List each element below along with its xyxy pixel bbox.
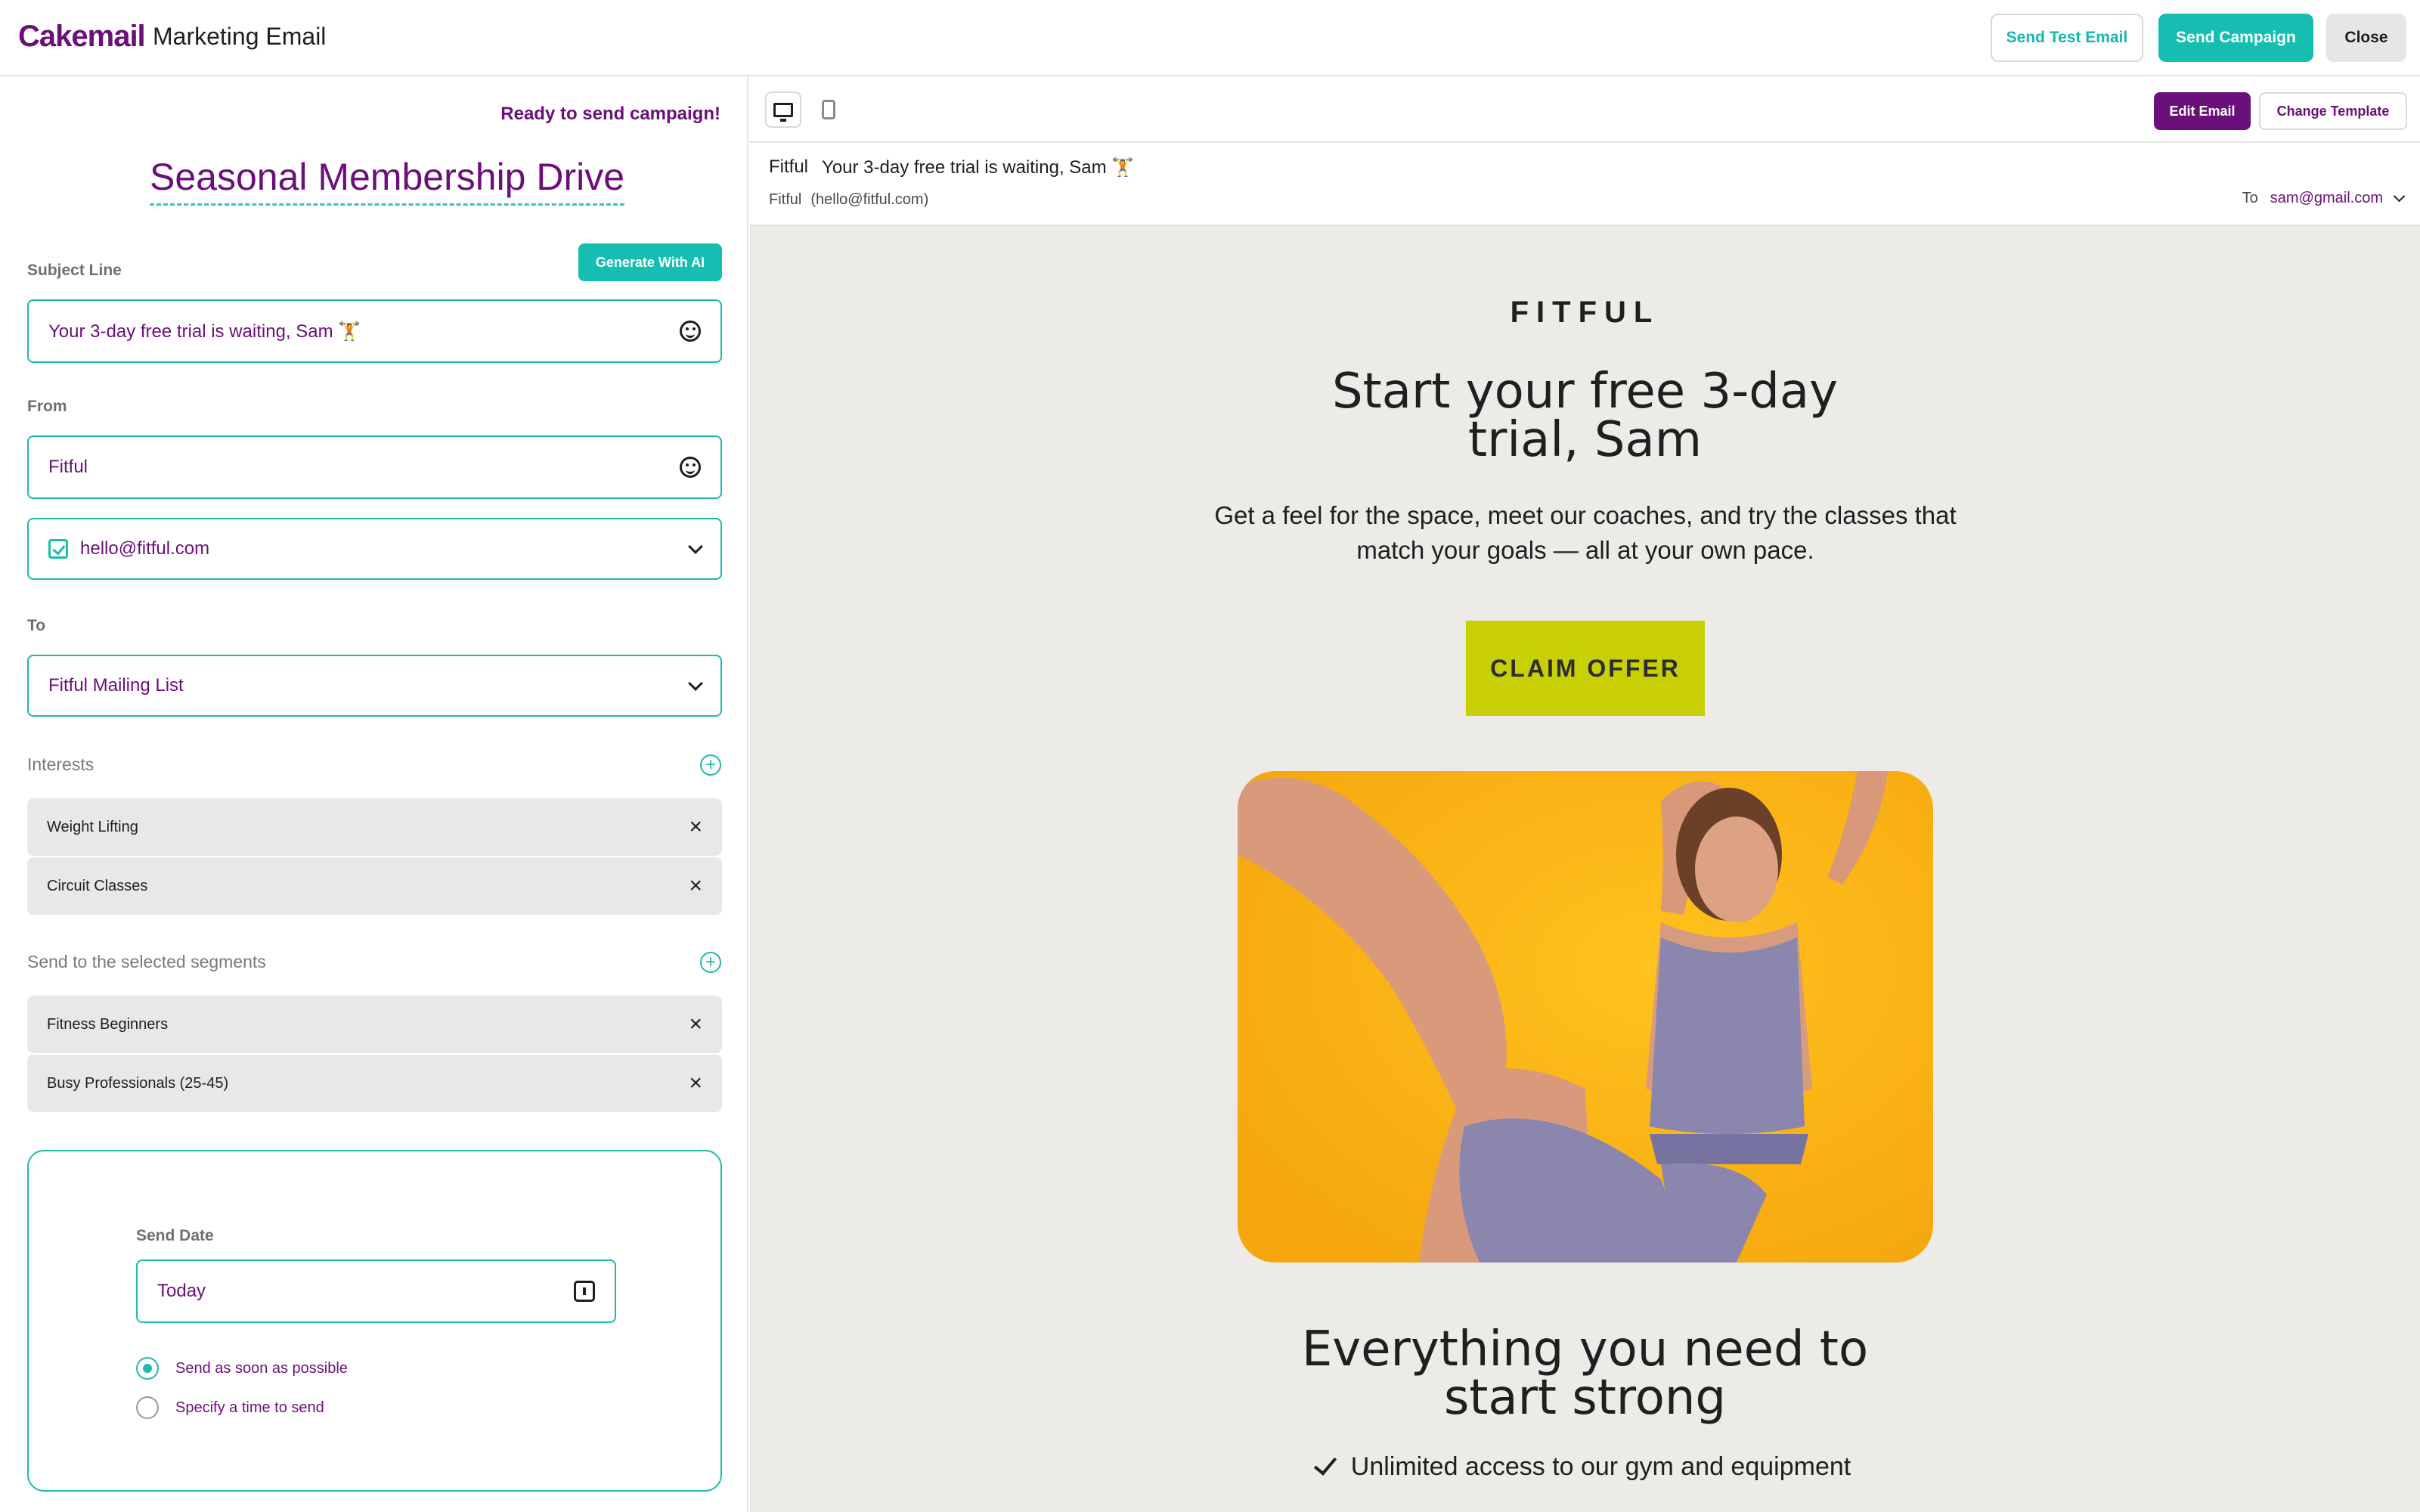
campaign-name[interactable]: Seasonal Membership Drive <box>150 155 625 206</box>
recipient-value: sam@gmail.com <box>2270 190 2383 206</box>
segments-label: Send to the selected segments <box>27 952 266 971</box>
preview-toolbar: Edit Email Change Template <box>750 76 2420 143</box>
sender-name-small: Fitful <box>769 191 802 208</box>
cakemail-logo[interactable]: Cakemail <box>18 20 146 54</box>
send-date-label: Send Date <box>136 1227 214 1244</box>
verified-shield-icon <box>48 539 68 559</box>
to-label: To <box>27 617 46 634</box>
to-label: To <box>2242 190 2258 206</box>
change-template-button[interactable]: Change Template <box>2259 92 2407 130</box>
email-preview-panel: Edit Email Change Template Fitful Your 3… <box>750 76 2420 1512</box>
calendar-icon[interactable] <box>574 1281 595 1302</box>
campaign-settings-panel: Ready to send campaign! Seasonal Members… <box>0 76 748 1512</box>
email-headline-line-2: trial, Sam <box>1467 412 1703 468</box>
email-headline-line-1: Start your free 3-day <box>1332 364 1838 420</box>
desktop-view-button[interactable] <box>765 91 801 128</box>
email-body: FITFUL Start your free 3-day trial, Sam … <box>750 228 2420 1512</box>
chevron-down-icon <box>688 539 703 554</box>
from-name-input[interactable]: Fitful <box>27 435 722 499</box>
remove-icon[interactable]: × <box>689 1012 702 1037</box>
send-asap-option[interactable]: Send as soon as possible <box>136 1357 348 1380</box>
interest-chip-label: Weight Lifting <box>47 818 138 835</box>
section-title-line-2: start strong <box>1443 1370 1727 1426</box>
specify-time-option[interactable]: Specify a time to send <box>136 1396 324 1419</box>
generate-with-ai-button[interactable]: Generate With AI <box>578 243 722 281</box>
recipient-select[interactable]: To sam@gmail.com <box>2242 190 2406 207</box>
checkmark-icon <box>1313 1451 1337 1476</box>
claim-offer-button[interactable]: CLAIM OFFER <box>1466 621 1705 716</box>
segment-chip: Busy Professionals (25-45) × <box>27 1055 722 1112</box>
subject-line-value: Your 3-day free trial is waiting, Sam 🏋️ <box>48 321 361 342</box>
mobile-icon <box>822 100 835 119</box>
send-asap-label: Send as soon as possible <box>175 1359 348 1377</box>
segment-chip-label: Fitness Beginners <box>47 1015 169 1033</box>
close-button[interactable]: Close <box>2326 14 2406 62</box>
specify-time-label: Specify a time to send <box>175 1399 324 1416</box>
email-body-text: Get a feel for the space, meet our coach… <box>1214 501 1957 564</box>
radio-selected-icon[interactable] <box>136 1357 159 1380</box>
status-text: Ready to send campaign! <box>500 104 720 124</box>
segment-chip-label: Busy Professionals (25-45) <box>47 1074 229 1092</box>
chevron-down-icon <box>2393 190 2406 203</box>
interest-chip: Circuit Classes × <box>27 857 722 915</box>
desktop-icon <box>773 102 793 122</box>
to-list-value: Fitful Mailing List <box>48 675 184 696</box>
subject-line-label: Subject Line <box>27 262 122 279</box>
from-name-value: Fitful <box>48 457 88 477</box>
top-bar: Cakemail Marketing Email Send Test Email… <box>0 0 2420 76</box>
segment-chip: Fitness Beginners × <box>27 996 722 1053</box>
remove-icon[interactable]: × <box>689 1070 702 1096</box>
to-list-select[interactable]: Fitful Mailing List <box>27 655 722 717</box>
schedule-card: Send Date Today Send as soon as possible… <box>27 1150 722 1492</box>
from-email-value: hello@fitful.com <box>80 538 210 559</box>
interest-chip-label: Circuit Classes <box>47 877 148 894</box>
send-date-value: Today <box>157 1281 206 1301</box>
add-segment-icon[interactable]: + <box>700 952 721 973</box>
mobile-view-button[interactable] <box>810 91 847 128</box>
section-title-line-1: Everything you need to <box>1301 1321 1869 1377</box>
send-date-input[interactable]: Today <box>136 1259 616 1323</box>
hero-image <box>1238 771 1933 1263</box>
send-campaign-button[interactable]: Send Campaign <box>2158 14 2313 62</box>
email-header-preview: Fitful Your 3-day free trial is waiting,… <box>750 143 2420 226</box>
from-label: From <box>27 398 67 415</box>
chevron-down-icon <box>688 676 703 691</box>
add-interest-icon[interactable]: + <box>700 754 721 776</box>
emoji-icon[interactable] <box>680 321 701 342</box>
from-email-select[interactable]: hello@fitful.com <box>27 518 722 580</box>
email-brand-logo: FITFUL <box>1510 296 1660 329</box>
feature-text: Unlimited access to our gym and equipmen… <box>1350 1452 1851 1481</box>
send-test-email-button[interactable]: Send Test Email <box>1991 14 2143 62</box>
feature-list-item: Unlimited access to our gym and equipmen… <box>750 1451 2420 1482</box>
subject-line-input[interactable]: Your 3-day free trial is waiting, Sam 🏋️ <box>27 299 722 363</box>
sender-name: Fitful <box>769 156 809 177</box>
edit-email-button[interactable]: Edit Email <box>2154 92 2251 130</box>
app-title: Marketing Email <box>153 23 327 50</box>
sender-email: (hello@fitful.com) <box>810 191 929 208</box>
interest-chip: Weight Lifting × <box>27 798 722 856</box>
radio-unselected-icon[interactable] <box>136 1396 159 1419</box>
emoji-icon[interactable] <box>680 457 701 478</box>
interests-label: Interests <box>27 754 95 774</box>
remove-icon[interactable]: × <box>689 873 702 899</box>
preview-subject: Your 3-day free trial is waiting, Sam 🏋️ <box>822 157 1135 178</box>
remove-icon[interactable]: × <box>689 814 702 840</box>
athlete-photo-illustration <box>1238 771 1933 1263</box>
